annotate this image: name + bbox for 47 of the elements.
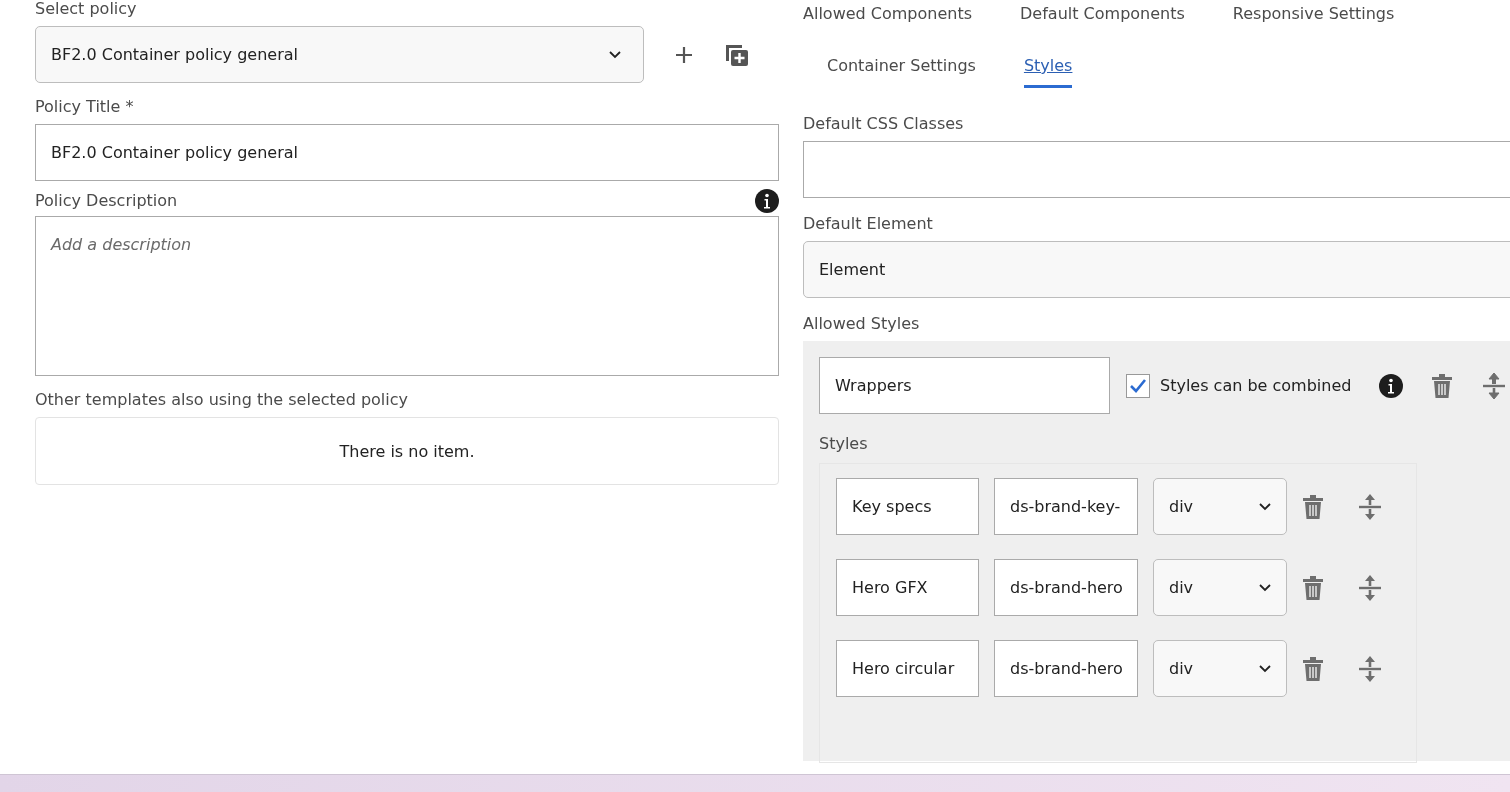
chevron-down-icon [1259,583,1271,592]
tab[interactable]: Responsive Settings [1232,4,1395,36]
field-label: Styles [819,434,869,453]
reorder-icon[interactable] [1357,492,1383,521]
style-name-field[interactable]: Key specs [836,478,979,535]
reorder-icon[interactable] [1357,654,1383,683]
field-label: Policy Title * [35,97,135,116]
html-tag-dropdown[interactable]: div [1153,478,1287,535]
chevron-down-icon [1259,502,1271,511]
style-name-field[interactable]: Hero GFX [836,559,979,616]
css-class-field[interactable]: ds-brand-hero [994,559,1138,616]
tab[interactable]: Default Components [1020,4,1185,36]
policy-title-field[interactable]: BF2.0 Container policy general [35,124,779,181]
field-label: Default CSS Classes [803,114,965,133]
trash-icon[interactable] [1302,655,1324,682]
chevron-down-icon [609,50,621,59]
tab[interactable]: Allowed Components [803,4,973,36]
css-class-field[interactable]: ds-brand-key-: [994,478,1138,535]
field-label: Other templates also using the selected policy [35,390,409,409]
group-name-field[interactable]: Wrappers [819,357,1110,414]
html-tag-dropdown[interactable]: div [1153,559,1287,616]
tab[interactable]: Container Settings [827,56,976,88]
style-name-field[interactable]: Hero circular [836,640,979,697]
css-class-field[interactable]: ds-brand-hero [994,640,1138,697]
field-label: Allowed Styles [803,314,921,333]
reorder-icon[interactable] [1481,371,1508,400]
description-field[interactable]: Add a description [35,216,779,376]
tab[interactable]: Styles [1023,56,1073,88]
field-label: Select policy [35,0,138,18]
field-label: Default Element [803,214,934,233]
reorder-icon[interactable] [1357,573,1383,602]
chevron-down-icon [1259,664,1271,673]
empty-message: There is no item. [339,441,475,461]
checkbox-label: Styles can be combined [1160,376,1352,395]
add-icon[interactable] [674,44,694,65]
info-icon[interactable] [1379,373,1404,398]
html-tag-dropdown[interactable]: div [1153,640,1287,697]
trash-icon[interactable] [1431,372,1454,399]
checkbox[interactable] [1126,373,1150,398]
css-classes-field[interactable] [803,141,1510,198]
field-label: Policy Description [35,191,178,210]
trash-icon[interactable] [1302,574,1324,601]
trash-icon[interactable] [1302,493,1324,520]
default-element-select[interactable]: Element [803,241,1510,298]
info-icon[interactable] [755,188,779,213]
policy-select[interactable]: BF2.0 Container policy general [35,26,644,83]
copy-add-icon[interactable] [724,42,750,67]
